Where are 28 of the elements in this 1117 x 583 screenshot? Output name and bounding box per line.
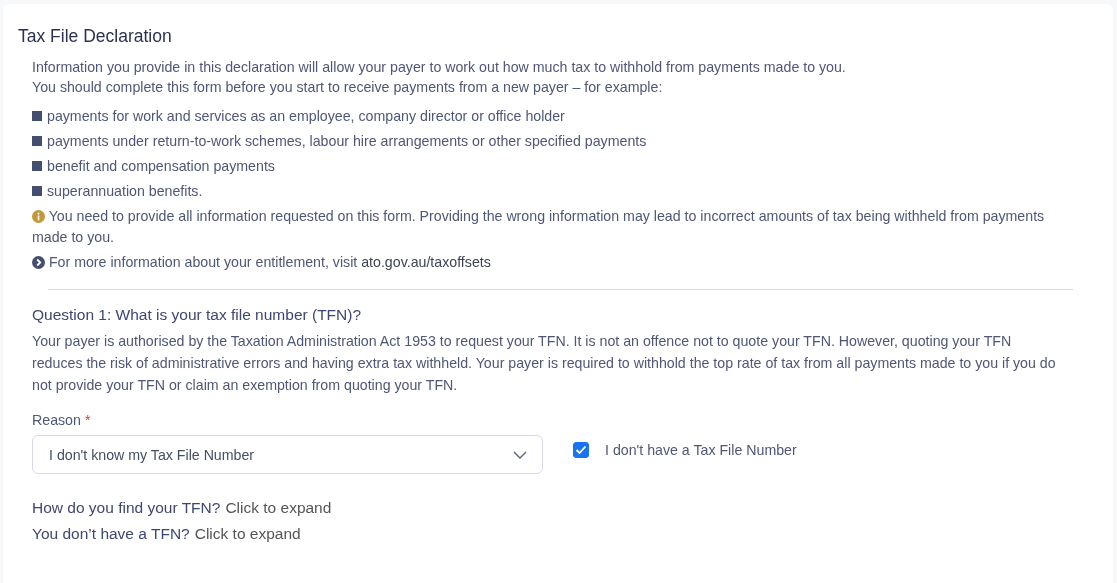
expand-link[interactable]: Click to expand (194, 525, 301, 551)
bullet-text: superannuation benefits. (47, 182, 203, 199)
ato-link[interactable]: ato.gov.au/taxoffsets (361, 254, 491, 270)
info-icon (32, 210, 45, 223)
note-text: For more information about your entitlement, visit ato.gov.au/taxoffsets (32, 252, 1058, 273)
question-text: Your payer is authorised by the Taxation Administration Act 1953 to request your TFN. It is not an offence not to quote your TFN. However, quoting your TFN reduces the risk of administrative errors and having extra tax withheld. Your payer is required to withhold the top rate of tax from all payments made to you if you do not provide your TFN or claim an exemption from quoting your TFN. (32, 332, 1057, 395)
checkbox[interactable] (573, 441, 589, 458)
expander-question[interactable]: You don’t have a TFN? (32, 525, 190, 551)
required-mark: * (84, 412, 91, 428)
note-text: You need to provide all information requested on this form. Providing the wrong information may lead to incorrect amounts of tax being withheld from payments made to you. (32, 207, 1046, 247)
question-title: Question 1: What is your tax file number (TFN)? (32, 306, 363, 324)
bullet-text: payments for work and services as an employee, company director or office holder (47, 107, 565, 124)
intro-text: You should complete this form before you start to receive payments from a new payer – for example: (32, 78, 664, 97)
reason-dropdown[interactable]: I don't know my Tax File Number (32, 435, 543, 474)
reason-label: Reason (32, 412, 81, 428)
bullet-text: payments under return-to-work schemes, labour hire arrangements or other specified payments (47, 132, 647, 149)
form-title: Tax File Declaration (18, 26, 173, 47)
chevron-down-icon (513, 450, 527, 459)
expand-link[interactable]: Click to expand (225, 499, 332, 525)
bullet-icon (32, 160, 42, 171)
intro-text: Information you provide in this declaration will allow your payer to work out how much tax to withhold from payments made to you. (32, 58, 847, 77)
bullet-icon (32, 135, 42, 146)
chevron-right-icon (32, 256, 45, 269)
bullet-text: benefit and compensation payments (47, 157, 275, 174)
bullet-icon (32, 110, 42, 121)
checkbox-label: I don't have a Tax File Number (605, 441, 797, 458)
bullet-icon (32, 185, 42, 196)
expander-question[interactable]: How do you find your TFN? (32, 499, 221, 525)
